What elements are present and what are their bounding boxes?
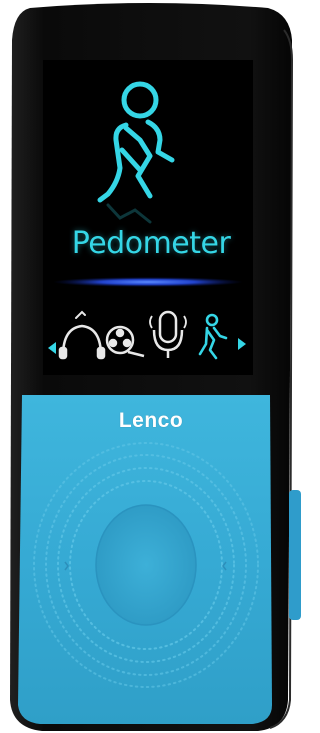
side-volume-key <box>289 490 301 620</box>
screen-title: Pedometer <box>71 226 231 261</box>
mp3-player-body <box>10 3 301 731</box>
brand-logo: Lenco <box>118 409 184 432</box>
mp3-player-photo: Pedometer Lenco <box>0 0 303 733</box>
glow-underline <box>53 277 243 287</box>
center-control-button <box>95 504 197 626</box>
